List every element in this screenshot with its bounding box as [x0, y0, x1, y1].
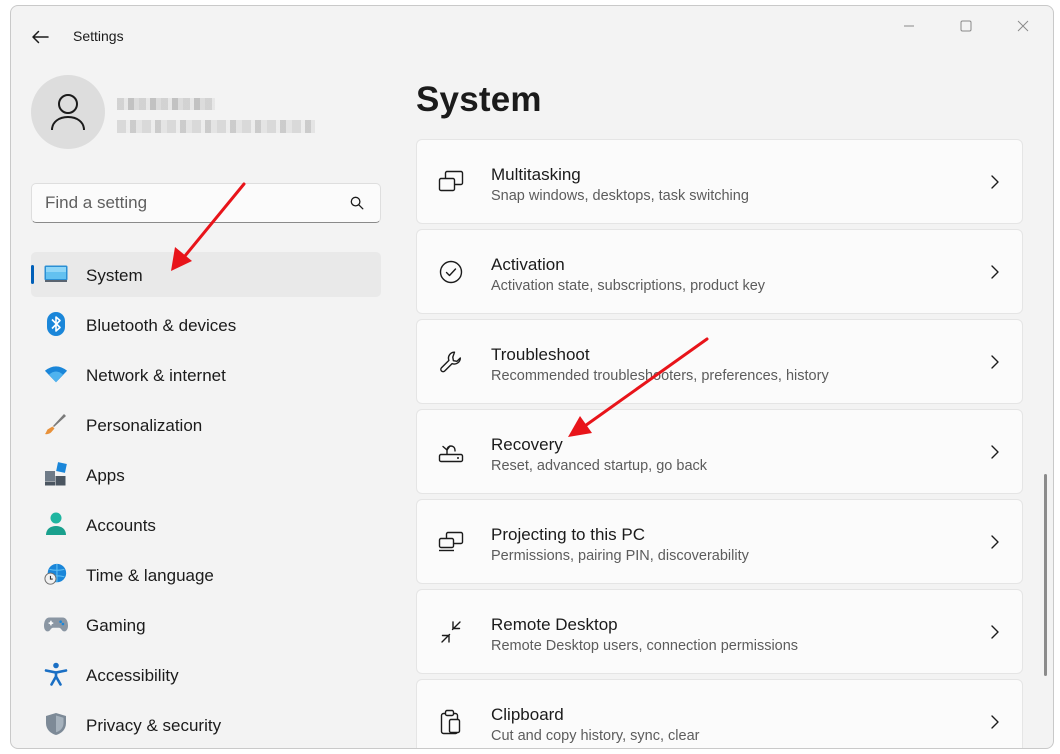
sidebar-item-label: System	[86, 266, 143, 285]
settings-card-clipboard[interactable]: Clipboard Cut and copy history, sync, cl…	[416, 679, 1023, 748]
card-title: Clipboard	[491, 705, 564, 724]
maximize-icon	[960, 20, 972, 32]
close-button[interactable]	[1008, 14, 1038, 38]
card-subtitle: Recommended troubleshooters, preferences…	[491, 368, 829, 384]
card-title: Recovery	[491, 435, 563, 454]
sidebar-item-label: Privacy & security	[86, 716, 222, 735]
card-title: Troubleshoot	[491, 345, 590, 364]
chevron-right-icon	[991, 265, 999, 279]
monitor-icon	[44, 262, 68, 286]
sidebar-item-label: Accessibility	[86, 666, 179, 685]
bluetooth-icon	[44, 312, 68, 336]
gamepad-icon	[44, 612, 68, 636]
check-circle-icon	[438, 259, 464, 285]
card-title: Activation	[491, 255, 565, 274]
sidebar-item-accessibility[interactable]: Accessibility	[31, 652, 381, 697]
sidebar-item-personalization[interactable]: Personalization	[31, 402, 381, 447]
chevron-right-icon	[991, 715, 999, 729]
settings-card-multitasking[interactable]: Multitasking Snap windows, desktops, tas…	[416, 139, 1023, 224]
settings-list: Multitasking Snap windows, desktops, tas…	[416, 139, 1023, 748]
clipboard-icon	[438, 709, 464, 735]
projecting-icon	[438, 529, 464, 555]
minimize-button[interactable]	[894, 14, 924, 38]
card-subtitle: Activation state, subscriptions, product…	[491, 278, 766, 294]
user-email-blurred	[117, 120, 315, 133]
window-title: Settings	[73, 28, 124, 44]
remote-desktop-icon	[438, 619, 464, 645]
chevron-right-icon	[991, 175, 999, 189]
search-input[interactable]	[32, 184, 342, 222]
shield-icon	[44, 712, 68, 736]
card-subtitle: Remote Desktop users, connection permiss…	[491, 638, 799, 654]
sidebar-item-network[interactable]: Network & internet	[31, 352, 381, 397]
chevron-right-icon	[991, 355, 999, 369]
sidebar-item-apps[interactable]: Apps	[31, 452, 381, 497]
wrench-icon	[438, 349, 464, 375]
sidebar-item-label: Time & language	[86, 566, 214, 585]
chevron-right-icon	[991, 625, 999, 639]
sidebar-item-label: Personalization	[86, 416, 203, 435]
minimize-icon	[904, 25, 914, 27]
avatar[interactable]	[31, 75, 105, 149]
card-subtitle: Snap windows, desktops, task switching	[491, 188, 749, 204]
settings-card-activation[interactable]: Activation Activation state, subscriptio…	[416, 229, 1023, 314]
paintbrush-icon	[44, 412, 68, 436]
wifi-icon	[44, 362, 68, 386]
scrollbar-thumb[interactable]	[1044, 474, 1047, 676]
sidebar-item-accounts[interactable]: Accounts	[31, 502, 381, 547]
apps-icon	[44, 462, 68, 486]
page-title: System	[416, 80, 542, 119]
sidebar-nav: System Bluetooth & devices Network & int…	[31, 252, 381, 748]
sidebar-item-label: Network & internet	[86, 366, 226, 385]
card-subtitle: Reset, advanced startup, go back	[491, 458, 708, 474]
person-icon	[51, 94, 85, 131]
chevron-right-icon	[991, 535, 999, 549]
sidebar-item-label: Gaming	[86, 616, 146, 635]
back-arrow-icon	[32, 30, 49, 44]
sidebar-item-time-language[interactable]: Time & language	[31, 552, 381, 597]
globe-clock-icon	[44, 562, 68, 586]
card-subtitle: Permissions, pairing PIN, discoverabilit…	[491, 548, 749, 564]
card-title: Multitasking	[491, 165, 581, 184]
settings-card-projecting[interactable]: Projecting to this PC Permissions, pairi…	[416, 499, 1023, 584]
sidebar-item-label: Apps	[86, 466, 125, 485]
card-subtitle: Cut and copy history, sync, clear	[491, 728, 700, 744]
sidebar-item-label: Bluetooth & devices	[86, 316, 237, 335]
settings-card-recovery[interactable]: Recovery Reset, advanced startup, go bac…	[416, 409, 1023, 494]
recovery-icon	[438, 439, 464, 465]
settings-window: Settings System Bluetooth	[10, 5, 1054, 749]
sidebar-item-privacy-security[interactable]: Privacy & security	[31, 702, 381, 747]
sidebar-item-system[interactable]: System	[31, 252, 381, 297]
search-icon[interactable]	[350, 196, 364, 210]
search-box[interactable]	[31, 183, 381, 223]
card-title: Remote Desktop	[491, 615, 618, 634]
sidebar-item-gaming[interactable]: Gaming	[31, 602, 381, 647]
back-button[interactable]	[29, 27, 51, 47]
title-bar: Settings	[11, 6, 1053, 64]
user-name-blurred	[117, 98, 215, 110]
sidebar-item-label: Accounts	[86, 516, 156, 535]
settings-card-remote-desktop[interactable]: Remote Desktop Remote Desktop users, con…	[416, 589, 1023, 674]
sidebar-item-bluetooth[interactable]: Bluetooth & devices	[31, 302, 381, 347]
multitasking-icon	[438, 169, 464, 195]
card-title: Projecting to this PC	[491, 525, 646, 544]
chevron-right-icon	[991, 445, 999, 459]
accessibility-icon	[44, 662, 68, 686]
close-icon	[1017, 20, 1029, 32]
settings-card-troubleshoot[interactable]: Troubleshoot Recommended troubleshooters…	[416, 319, 1023, 404]
maximize-button[interactable]	[951, 14, 981, 38]
person-icon	[44, 512, 68, 536]
